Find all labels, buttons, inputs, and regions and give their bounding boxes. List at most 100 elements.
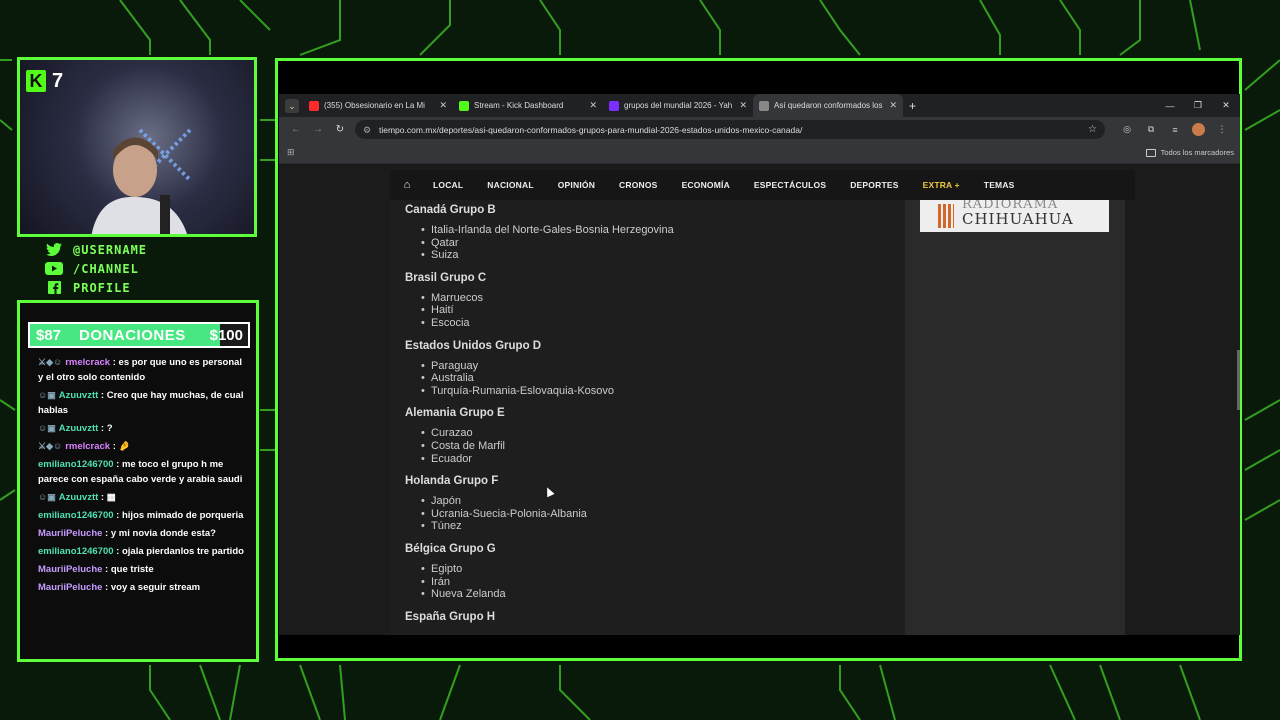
chat-separator: : (98, 423, 107, 434)
close-tab-icon[interactable]: ✕ (589, 100, 597, 111)
chat-username[interactable]: Azuuvztt (59, 390, 99, 401)
chat-messages: ⚔◆☺ rmelcrack : es por que uno es persona… (38, 355, 248, 598)
tab-favicon-icon (309, 100, 319, 111)
nav-item[interactable]: NACIONAL (487, 180, 533, 190)
chat-username[interactable]: MauriiPeluche (38, 528, 102, 539)
ad-text: RADIORAMA CHIHUAHUA (962, 200, 1074, 228)
web-page: Canadá Grupo B Italia-Irlanda del Norte-G… (279, 164, 1240, 635)
reload-icon[interactable]: ↻ (329, 124, 351, 135)
extensions-icon[interactable]: ⧉ (1139, 124, 1163, 135)
nav-item[interactable]: DEPORTES (850, 180, 898, 190)
new-tab-icon[interactable]: + (909, 99, 916, 113)
group-title: Brasil Grupo C (405, 271, 487, 284)
folder-icon (1145, 148, 1156, 157)
group-team-list: ParaguayAustraliaTurquía-Rumania-Eslovaq… (405, 360, 885, 398)
chat-username[interactable]: rmelcrack (65, 441, 110, 452)
tab-title: Stream - Kick Dashboard (474, 101, 564, 110)
restore-icon[interactable]: ❐ (1184, 100, 1212, 111)
team-item: Nueva Zelanda (421, 588, 885, 601)
chat-badges-icon: ☺▣ (38, 423, 56, 433)
chat-username[interactable]: emiliano1246700 (38, 459, 114, 470)
team-item: Australia (421, 372, 885, 385)
chat-badges-icon: ☺▣ (38, 390, 56, 400)
chat-panel: $87 DONACIONES $100 ⚔◆☺ rmelcrack : es po… (17, 300, 259, 662)
browser-tab[interactable]: (355) Obsesionario en La Mi ✕ (303, 94, 453, 117)
chat-message: ☺▣ Azuuvztt : ▦ (38, 490, 248, 505)
chat-message: MauriiPeluche : y mi novia donde esta? (38, 526, 248, 541)
nav-item[interactable]: ECONOMÍA (682, 180, 730, 190)
page-sidebar: RADIORAMA CHIHUAHUA (905, 200, 1125, 635)
all-bookmarks[interactable]: Todos los marcadores (1145, 148, 1234, 157)
menu-icon[interactable]: ⋮ (1210, 124, 1234, 135)
browser-tab[interactable]: grupos del mundial 2026 - Yah ✕ (603, 94, 753, 117)
group-title: Alemania Grupo E (405, 407, 505, 420)
page-scrollbar[interactable] (1237, 350, 1240, 410)
chat-separator: : (110, 441, 119, 452)
site-info-icon[interactable]: ⚙ (363, 125, 372, 135)
team-item: Turquía-Rumania-Eslovaquia-Kosovo (421, 385, 885, 398)
webcam-panel: K 7 (17, 57, 257, 237)
browser-tab[interactable]: Así quedaron conformados los ✕ (753, 94, 903, 117)
ad-name-text: CHIHUAHUA (962, 210, 1074, 228)
media-controls-icon[interactable]: ≡ (1163, 125, 1187, 135)
nav-item[interactable]: CRONOS (619, 180, 658, 190)
article-body: Canadá Grupo B Italia-Irlanda del Norte-G… (390, 200, 905, 635)
social-twitter: @USERNAME (45, 240, 245, 259)
chat-username[interactable]: emiliano1246700 (38, 546, 114, 557)
group-team-list: EgiptoIránNueva Zelanda (405, 563, 885, 601)
nav-item[interactable]: OPINIÓN (558, 180, 595, 190)
bookmark-star-icon[interactable]: ☆ (1088, 124, 1097, 135)
nav-item[interactable]: EXTRA + (923, 180, 960, 190)
group-title: España Grupo H (405, 610, 496, 623)
toolbar-icons: ◎ ⧉ ≡ ⋮ (1115, 117, 1234, 142)
chat-badges-icon: ⚔◆☺ (38, 357, 63, 367)
incognito-icon[interactable]: ◎ (1115, 124, 1139, 135)
apps-grid-icon[interactable]: ⊞ (287, 147, 295, 158)
youtube-channel: /CHANNEL (73, 261, 139, 276)
chat-separator: : (110, 357, 119, 368)
team-item: Curazao (421, 427, 885, 440)
social-links: @USERNAME /CHANNEL PROFILE (45, 240, 245, 297)
close-tab-icon[interactable]: ✕ (889, 100, 897, 111)
minimize-icon[interactable]: — (1156, 101, 1184, 111)
group-team-list: MarruecosHaitíEscocia (405, 292, 885, 330)
chat-username[interactable]: rmelcrack (65, 357, 110, 368)
chat-message: MauriiPeluche : voy a seguir stream (38, 580, 248, 595)
donation-goal: $100 (209, 326, 243, 344)
chat-username[interactable]: emiliano1246700 (38, 510, 114, 521)
nav-item[interactable]: TEMAS (984, 180, 1015, 190)
youtube-icon (45, 262, 63, 276)
chat-username[interactable]: MauriiPeluche (38, 582, 102, 593)
back-icon[interactable]: ← (285, 124, 307, 135)
profile-avatar[interactable] (1192, 123, 1205, 136)
tab-search-icon[interactable]: ⌄ (285, 98, 299, 113)
browser-tab[interactable]: Stream - Kick Dashboard ✕ (453, 94, 603, 117)
group-title: Bélgica Grupo G (405, 542, 496, 555)
close-tab-icon[interactable]: ✕ (439, 100, 447, 111)
nav-item[interactable]: ESPECTÁCULOS (754, 180, 826, 190)
donation-label: DONACIONES (79, 326, 186, 344)
chat-text: y mi novia donde esta? (110, 528, 216, 539)
chat-username[interactable]: MauriiPeluche (38, 564, 102, 575)
chat-text: voy a seguir stream (110, 582, 201, 593)
chat-message: ⚔◆☺ rmelcrack : es por que uno es persona… (38, 355, 248, 385)
chat-username[interactable]: Azuuvztt (59, 423, 99, 434)
team-item: Paraguay (421, 360, 885, 373)
group-title: Estados Unidos Grupo D (405, 339, 542, 352)
chat-text: que triste (110, 564, 154, 575)
chat-text: ojala pierdanlos tre partido (121, 546, 244, 557)
team-item: Qatar (421, 237, 885, 250)
facebook-icon (45, 281, 63, 295)
team-item: Egipto (421, 563, 885, 576)
team-item: Suiza (421, 249, 885, 262)
close-tab-icon[interactable]: ✕ (739, 100, 747, 111)
chat-username[interactable]: Azuuvztt (59, 492, 99, 503)
chat-message: ☺▣ Azuuvztt : ? (38, 421, 248, 436)
nav-item[interactable]: LOCAL (433, 180, 463, 190)
forward-icon[interactable]: → (307, 124, 329, 135)
close-window-icon[interactable]: ✕ (1212, 100, 1240, 111)
address-bar[interactable]: ⚙ tiempo.com.mx/deportes/asi-quedaron-co… (355, 120, 1105, 139)
home-icon[interactable]: ⌂ (393, 179, 421, 191)
tab-favicon-icon (609, 100, 619, 111)
radiorama-ad[interactable]: RADIORAMA CHIHUAHUA (920, 200, 1109, 232)
